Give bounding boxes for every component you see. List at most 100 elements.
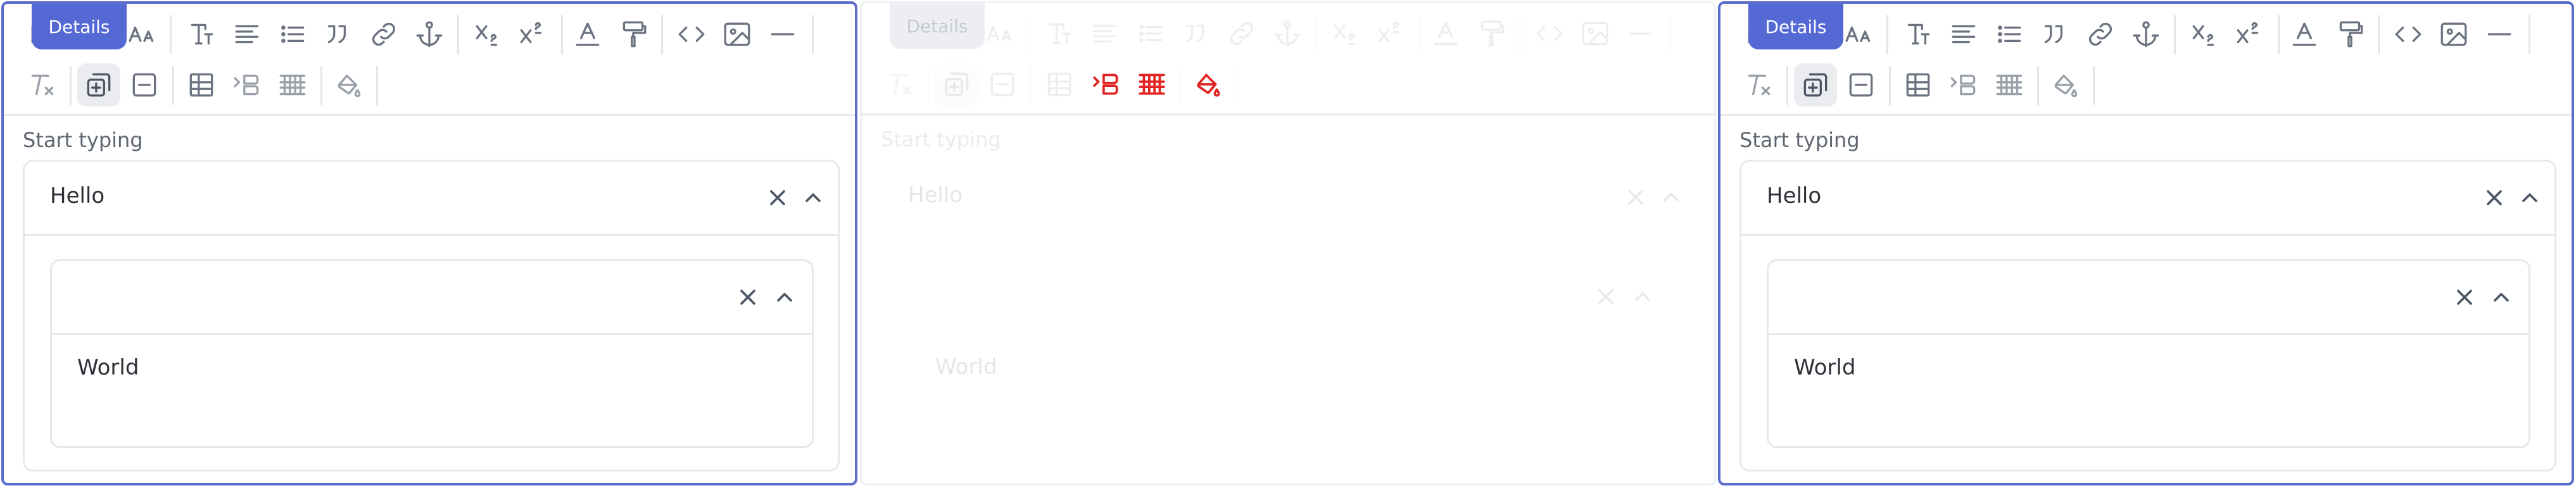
add-details-icon[interactable] — [1794, 63, 1837, 106]
image-icon[interactable] — [716, 13, 759, 56]
details-tooltip: Details — [890, 3, 985, 49]
inner-details-content[interactable]: World — [1794, 355, 1855, 380]
horizontal-rule-icon[interactable] — [1619, 12, 1662, 55]
text-color-icon[interactable] — [2283, 13, 2326, 56]
outer-details-block[interactable]: Hello World — [23, 160, 840, 472]
close-icon[interactable] — [763, 183, 792, 212]
editor-placeholder: Start typing — [23, 128, 143, 152]
link-icon[interactable] — [2079, 13, 2122, 56]
superscript-icon[interactable] — [510, 13, 553, 56]
subscript-icon[interactable] — [2183, 13, 2226, 56]
clear-format-icon[interactable] — [878, 63, 921, 106]
outer-details-block[interactable]: Hello World — [881, 159, 1698, 471]
format-painter-icon[interactable] — [1470, 12, 1513, 55]
indent-icon[interactable] — [1085, 63, 1128, 106]
editor-placeholder: Start typing — [1739, 128, 1860, 152]
anchor-icon[interactable] — [1266, 12, 1309, 55]
close-icon[interactable] — [733, 283, 762, 312]
table-grid-icon[interactable] — [271, 63, 314, 106]
inner-details-summary[interactable] — [910, 260, 1670, 335]
blockquote-icon[interactable] — [317, 13, 360, 56]
remove-details-icon[interactable] — [1840, 63, 1883, 106]
outer-details-title[interactable]: Hello — [908, 183, 963, 208]
inner-details-block[interactable]: World — [1767, 259, 2530, 448]
chevron-up-icon[interactable] — [1628, 282, 1657, 311]
clear-format-icon[interactable] — [20, 63, 63, 106]
inner-details-content[interactable]: World — [935, 354, 997, 380]
subscript-icon[interactable] — [1324, 12, 1367, 55]
outer-details-summary[interactable]: Hello — [883, 161, 1696, 235]
table-grid-icon[interactable] — [1130, 63, 1173, 106]
horizontal-rule-icon[interactable] — [761, 13, 804, 56]
outer-details-summary[interactable]: Hello — [25, 162, 838, 236]
chevron-up-icon[interactable] — [2487, 283, 2516, 312]
blockquote-icon[interactable] — [2033, 13, 2076, 56]
code-icon[interactable] — [2387, 13, 2430, 56]
format-painter-icon[interactable] — [612, 13, 655, 56]
text-color-icon[interactable] — [1424, 12, 1467, 55]
fill-color-icon[interactable] — [1186, 63, 1229, 106]
inner-details-content[interactable]: World — [77, 355, 139, 380]
bullet-list-icon[interactable] — [271, 13, 314, 56]
text-color-icon[interactable] — [566, 13, 609, 56]
superscript-icon[interactable] — [1368, 12, 1411, 55]
text-style-icon[interactable] — [1038, 12, 1081, 55]
link-icon[interactable] — [362, 13, 405, 56]
blockquote-icon[interactable] — [1175, 12, 1218, 55]
indent-icon[interactable] — [1942, 63, 1985, 106]
indent-icon[interactable] — [225, 63, 268, 106]
editor-panel-1[interactable]: Details Start typing Hello World — [1, 1, 857, 485]
inner-details-summary[interactable] — [1769, 261, 2529, 335]
link-icon[interactable] — [1220, 12, 1263, 55]
table-icon[interactable] — [1038, 63, 1081, 106]
text-style-icon[interactable] — [180, 13, 223, 56]
table-icon[interactable] — [180, 63, 223, 106]
align-icon[interactable] — [1083, 12, 1127, 55]
table-grid-icon[interactable] — [1988, 63, 2031, 106]
format-painter-icon[interactable] — [2328, 13, 2371, 56]
fill-color-icon[interactable] — [327, 63, 370, 106]
anchor-icon[interactable] — [2125, 13, 2168, 56]
image-icon[interactable] — [2432, 13, 2475, 56]
chevron-up-icon[interactable] — [1657, 183, 1686, 212]
close-icon[interactable] — [2480, 183, 2509, 212]
add-details-icon[interactable] — [77, 63, 120, 106]
chevron-up-icon[interactable] — [2515, 183, 2544, 212]
editor-panel-2[interactable]: Details Start typing Hello World — [860, 1, 1716, 485]
remove-details-icon[interactable] — [123, 63, 166, 106]
chevron-up-icon[interactable] — [770, 283, 799, 312]
subscript-icon[interactable] — [466, 13, 509, 56]
align-icon[interactable] — [225, 13, 268, 56]
fill-color-icon[interactable] — [2043, 63, 2087, 106]
outer-details-title[interactable]: Hello — [1767, 183, 1821, 209]
align-icon[interactable] — [1942, 13, 1985, 56]
inner-details-block[interactable]: World — [908, 259, 1672, 447]
close-icon[interactable] — [1621, 183, 1650, 212]
code-icon[interactable] — [670, 13, 713, 56]
text-style-icon[interactable] — [1897, 13, 1940, 56]
code-icon[interactable] — [1528, 12, 1571, 55]
chevron-up-icon[interactable] — [799, 183, 828, 212]
image-icon[interactable] — [1574, 12, 1617, 55]
outer-details-title[interactable]: Hello — [50, 183, 104, 209]
clear-format-icon[interactable] — [1737, 63, 1780, 106]
superscript-icon[interactable] — [2227, 13, 2270, 56]
outer-details-block[interactable]: Hello World — [1739, 160, 2556, 472]
editor-panel-3[interactable]: Details Start typing Hello World — [1718, 1, 2574, 485]
editor-placeholder: Start typing — [881, 127, 1001, 151]
close-icon[interactable] — [1591, 282, 1620, 311]
inner-details-block[interactable]: World — [50, 259, 814, 448]
bullet-list-icon[interactable] — [1988, 13, 2031, 56]
font-size-icon[interactable] — [980, 12, 1023, 55]
close-icon[interactable] — [2450, 283, 2479, 312]
horizontal-rule-icon[interactable] — [2478, 13, 2521, 56]
font-size-icon[interactable] — [122, 13, 165, 56]
inner-details-summary[interactable] — [52, 261, 812, 335]
add-details-icon[interactable] — [935, 63, 978, 106]
anchor-icon[interactable] — [408, 13, 451, 56]
remove-details-icon[interactable] — [981, 63, 1024, 106]
outer-details-summary[interactable]: Hello — [1741, 162, 2554, 236]
table-icon[interactable] — [1897, 63, 1940, 106]
font-size-icon[interactable] — [1838, 13, 1881, 56]
bullet-list-icon[interactable] — [1129, 12, 1172, 55]
